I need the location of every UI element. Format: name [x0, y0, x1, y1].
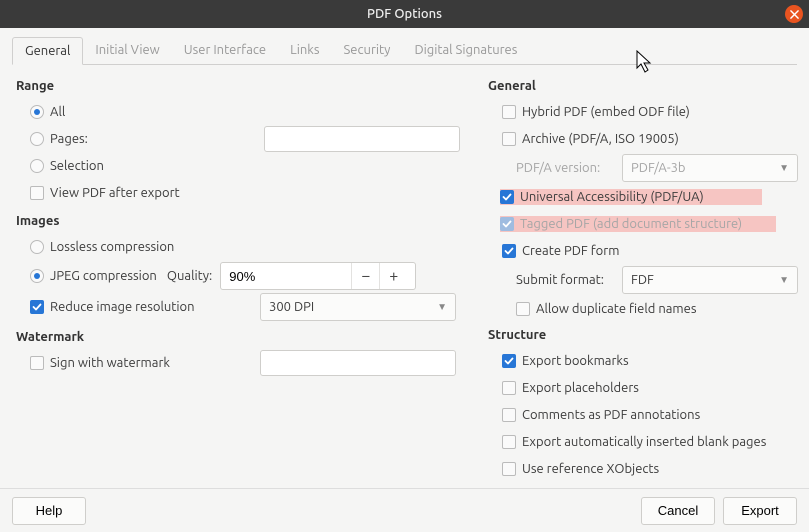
- label-allow-dup: Allow duplicate field names: [536, 302, 696, 316]
- section-structure: Structure: [488, 328, 798, 342]
- checkbox-create-form[interactable]: [502, 244, 516, 258]
- radio-jpeg[interactable]: [30, 269, 44, 283]
- label-pages: Pages:: [50, 132, 116, 146]
- check-icon: [502, 192, 512, 202]
- checkbox-export-bookmarks[interactable]: [502, 354, 516, 368]
- label-xobjects: Use reference XObjects: [522, 462, 659, 476]
- tab-general[interactable]: General: [12, 37, 83, 65]
- label-quality: Quality:: [167, 269, 212, 283]
- checkbox-tagged-pdf: [500, 217, 514, 231]
- pdfa-value: PDF/A-3b: [631, 161, 686, 175]
- cancel-button[interactable]: Cancel: [641, 497, 715, 525]
- label-blank: Export automatically inserted blank page…: [522, 435, 766, 449]
- tab-bar: General Initial View User Interface Link…: [12, 36, 797, 65]
- label-selection: Selection: [50, 159, 104, 173]
- check-icon: [504, 356, 514, 366]
- checkbox-xobjects[interactable]: [502, 462, 516, 476]
- label-comments: Comments as PDF annotations: [522, 408, 700, 422]
- checkbox-allow-duplicate[interactable]: [516, 302, 530, 316]
- label-hybrid: Hybrid PDF (embed ODF file): [522, 105, 690, 119]
- tab-digital-signatures[interactable]: Digital Signatures: [402, 37, 529, 65]
- checkbox-comments-annotations[interactable]: [502, 408, 516, 422]
- radio-pages[interactable]: [30, 132, 44, 146]
- label-submit-format: Submit format:: [516, 273, 622, 287]
- radio-lossless[interactable]: [30, 240, 44, 254]
- section-watermark: Watermark: [16, 330, 460, 344]
- dpi-value: 300 DPI: [269, 300, 314, 314]
- section-images: Images: [16, 214, 460, 228]
- chevron-down-icon: ▼: [437, 301, 447, 313]
- help-button[interactable]: Help: [12, 497, 86, 525]
- label-jpeg: JPEG compression: [50, 269, 157, 283]
- quality-input[interactable]: [221, 263, 351, 289]
- label-view-after: View PDF after export: [50, 186, 180, 200]
- tab-links[interactable]: Links: [278, 37, 331, 65]
- tab-initial-view[interactable]: Initial View: [83, 37, 171, 65]
- checkbox-sign-watermark[interactable]: [30, 356, 44, 370]
- checkbox-reduce-resolution[interactable]: [30, 300, 44, 314]
- label-bookmarks: Export bookmarks: [522, 354, 629, 368]
- titlebar: PDF Options: [0, 0, 809, 28]
- close-icon: [790, 10, 799, 19]
- label-ua: Universal Accessibility (PDF/UA): [520, 190, 704, 204]
- label-pdfa-version: PDF/A version:: [516, 161, 622, 175]
- export-button[interactable]: Export: [723, 497, 797, 525]
- chevron-down-icon: ▼: [779, 162, 789, 174]
- close-button[interactable]: [785, 5, 803, 23]
- tab-security[interactable]: Security: [332, 37, 403, 65]
- submit-value: FDF: [631, 273, 654, 287]
- checkbox-export-blank-pages[interactable]: [502, 435, 516, 449]
- dpi-dropdown[interactable]: 300 DPI ▼: [260, 293, 456, 321]
- check-icon: [504, 246, 514, 256]
- check-icon: [502, 219, 512, 229]
- section-general: General: [488, 79, 798, 93]
- checkbox-export-placeholders[interactable]: [502, 381, 516, 395]
- label-reduce: Reduce image resolution: [50, 300, 260, 314]
- check-icon: [32, 302, 42, 312]
- checkbox-hybrid[interactable]: [502, 105, 516, 119]
- quality-plus-button[interactable]: +: [379, 263, 407, 289]
- section-range: Range: [16, 79, 460, 93]
- dialog-footer: Help Cancel Export: [0, 488, 809, 532]
- quality-spinner[interactable]: − +: [220, 262, 416, 290]
- label-lossless: Lossless compression: [50, 240, 174, 254]
- submit-format-dropdown[interactable]: FDF ▼: [622, 266, 798, 294]
- label-archive: Archive (PDF/A, ISO 19005): [522, 132, 679, 146]
- tab-user-interface[interactable]: User Interface: [172, 37, 278, 65]
- checkbox-universal-accessibility[interactable]: [500, 190, 514, 204]
- pdfa-version-dropdown: PDF/A-3b ▼: [622, 154, 798, 182]
- checkbox-archive[interactable]: [502, 132, 516, 146]
- label-placeholders: Export placeholders: [522, 381, 639, 395]
- window-title: PDF Options: [367, 7, 442, 21]
- label-create-form: Create PDF form: [522, 244, 619, 258]
- label-all: All: [50, 105, 65, 119]
- chevron-down-icon: ▼: [779, 274, 789, 286]
- quality-minus-button[interactable]: −: [351, 263, 379, 289]
- radio-selection[interactable]: [30, 159, 44, 173]
- watermark-input[interactable]: [260, 350, 456, 376]
- label-tagged: Tagged PDF (add document structure): [520, 217, 742, 231]
- label-sign: Sign with watermark: [50, 356, 260, 370]
- radio-all[interactable]: [30, 105, 44, 119]
- checkbox-view-after-export[interactable]: [30, 186, 44, 200]
- pages-input[interactable]: [264, 126, 460, 152]
